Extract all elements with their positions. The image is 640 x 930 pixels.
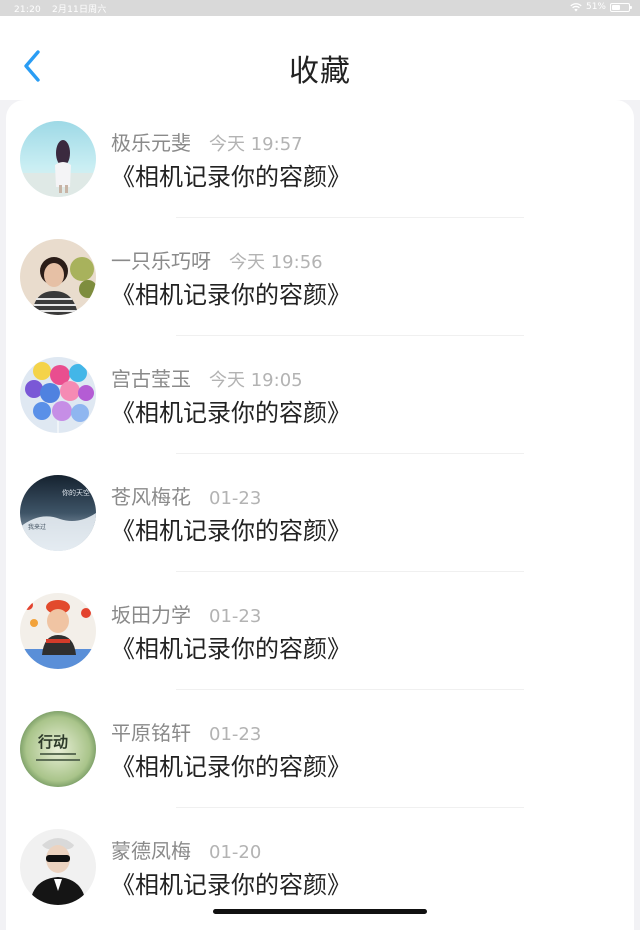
avatar-caption-bottom: 我来过 — [28, 523, 46, 531]
user-name: 蒙德凤梅 — [111, 839, 191, 863]
home-indicator[interactable] — [213, 909, 427, 914]
item-title: 《相机记录你的容颜》 — [111, 753, 351, 781]
avatar[interactable] — [20, 239, 96, 315]
avatar-image — [20, 593, 96, 669]
item-title: 《相机记录你的容颜》 — [111, 163, 351, 191]
user-name: 苍风梅花 — [111, 485, 191, 509]
avatar-image: 行动 — [20, 711, 96, 787]
avatar-image: 你的天空 我来过 — [20, 475, 96, 551]
avatar[interactable]: 你的天空 我来过 — [20, 475, 96, 551]
timestamp: 01-23 — [209, 488, 262, 509]
timestamp: 今天 19:56 — [229, 252, 323, 273]
user-name: 一只乐巧呀 — [111, 249, 211, 273]
status-time: 21:20 — [14, 5, 41, 15]
item-title: 《相机记录你的容颜》 — [111, 635, 351, 663]
avatar[interactable] — [20, 357, 96, 433]
item-meta: 苍风梅花 01-23 — [111, 481, 261, 510]
item-meta: 平原铭轩 01-23 — [111, 717, 261, 746]
item-title: 《相机记录你的容颜》 — [111, 871, 351, 899]
favorites-list: 极乐元斐 今天 19:57 《相机记录你的容颜》 一只乐巧呀 今天 19:56 《相… — [6, 100, 634, 930]
list-item[interactable]: 宫古莹玉 今天 19:05 《相机记录你的容颜》 — [6, 336, 634, 454]
wifi-icon — [570, 3, 582, 12]
item-meta: 坂田力学 01-23 — [111, 599, 261, 628]
avatar-image — [20, 829, 96, 905]
list-item[interactable]: 行动 平原铭轩 01-23 《相机记录你的容颜》 — [6, 690, 634, 808]
user-name: 宫古莹玉 — [111, 367, 191, 391]
avatar-caption: 行动 — [37, 733, 68, 751]
avatar-image — [20, 357, 96, 433]
page-title: 收藏 — [289, 54, 351, 89]
avatar[interactable] — [20, 121, 96, 197]
avatar[interactable] — [20, 593, 96, 669]
list-item[interactable]: 极乐元斐 今天 19:57 《相机记录你的容颜》 — [6, 100, 634, 218]
avatar-image — [20, 239, 96, 315]
status-date: 2月11日周六 — [52, 5, 107, 15]
item-meta: 蒙德凤梅 01-20 — [111, 835, 261, 864]
item-meta: 宫古莹玉 今天 19:05 — [111, 363, 303, 392]
timestamp: 今天 19:57 — [209, 134, 303, 155]
list-item[interactable]: 坂田力学 01-23 《相机记录你的容颜》 — [6, 572, 634, 690]
status-left: 21:20 2月11日周六 — [14, 2, 115, 15]
timestamp: 01-23 — [209, 606, 262, 627]
user-name: 极乐元斐 — [111, 131, 191, 155]
user-name: 坂田力学 — [111, 603, 191, 627]
item-title: 《相机记录你的容颜》 — [111, 281, 351, 309]
battery-percent: 51% — [585, 2, 606, 12]
avatar[interactable]: 行动 — [20, 711, 96, 787]
nav-bar: 收藏 — [0, 16, 640, 100]
avatar[interactable] — [20, 829, 96, 905]
list-item[interactable]: 你的天空 我来过 苍风梅花 01-23 《相机记录你的容颜》 — [6, 454, 634, 572]
item-title: 《相机记录你的容颜》 — [111, 399, 351, 427]
status-right: 51% — [570, 2, 632, 12]
status-bar: 21:20 2月11日周六 51% — [0, 0, 640, 16]
item-meta: 极乐元斐 今天 19:57 — [111, 127, 303, 156]
timestamp: 01-20 — [209, 842, 262, 863]
item-title: 《相机记录你的容颜》 — [111, 517, 351, 545]
user-name: 平原铭轩 — [111, 721, 191, 745]
list-item[interactable]: 一只乐巧呀 今天 19:56 《相机记录你的容颜》 — [6, 218, 634, 336]
timestamp: 01-23 — [209, 724, 262, 745]
avatar-caption-top: 你的天空 — [62, 488, 90, 497]
item-meta: 一只乐巧呀 今天 19:56 — [111, 245, 323, 274]
avatar-image — [20, 121, 96, 197]
battery-icon — [610, 2, 632, 12]
timestamp: 今天 19:05 — [209, 370, 303, 391]
